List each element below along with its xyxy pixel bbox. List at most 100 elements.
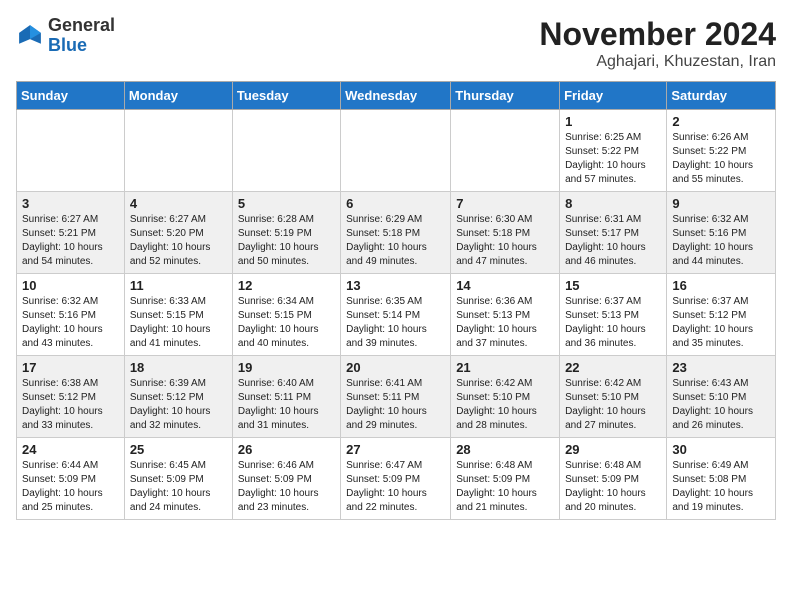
calendar-cell: 1Sunrise: 6:25 AM Sunset: 5:22 PM Daylig…	[560, 110, 667, 192]
calendar-cell: 3 Sunrise: 6:27 AM Sunset: 5:21 PM Daylig…	[17, 192, 125, 274]
day-number: 11	[130, 278, 227, 293]
calendar-cell	[232, 110, 340, 192]
day-number: 26	[238, 442, 335, 457]
day-info: Sunrise: 6:49 AM Sunset: 5:08 PM Dayligh…	[672, 459, 770, 515]
day-number: 12	[238, 278, 335, 293]
day-info: Sunrise: 6:39 AM Sunset: 5:12 PM Dayligh…	[130, 377, 227, 433]
calendar-cell: 7 Sunrise: 6:30 AM Sunset: 5:18 PM Daylig…	[451, 192, 560, 274]
logo-icon	[16, 22, 44, 50]
calendar-cell	[17, 110, 125, 192]
day-number: 7	[456, 196, 554, 211]
calendar-header-friday: Friday	[560, 82, 667, 110]
day-number: 29	[565, 442, 661, 457]
day-info: Sunrise: 6:32 AM Sunset: 5:16 PM Dayligh…	[22, 295, 119, 351]
day-number: 27	[346, 442, 445, 457]
day-info: Sunrise: 6:26 AM Sunset: 5:22 PM Dayligh…	[672, 131, 770, 187]
day-number: 24	[22, 442, 119, 457]
calendar-cell: 21 Sunrise: 6:42 AM Sunset: 5:10 PM Dayli…	[451, 356, 560, 438]
day-number: 8	[565, 196, 661, 211]
day-info: Sunrise: 6:29 AM Sunset: 5:18 PM Dayligh…	[346, 213, 445, 269]
calendar-week-row: 17Sunrise: 6:38 AM Sunset: 5:12 PM Dayli…	[17, 356, 776, 438]
calendar-cell: 18 Sunrise: 6:39 AM Sunset: 5:12 PM Dayli…	[124, 356, 232, 438]
day-number: 17	[22, 360, 119, 375]
day-info: Sunrise: 6:40 AM Sunset: 5:11 PM Dayligh…	[238, 377, 335, 433]
calendar-cell: 28Sunrise: 6:48 AM Sunset: 5:09 PM Dayli…	[451, 438, 560, 520]
calendar-cell: 27 Sunrise: 6:47 AM Sunset: 5:09 PM Dayli…	[341, 438, 451, 520]
calendar-cell	[341, 110, 451, 192]
calendar-header-row: SundayMondayTuesdayWednesdayThursdayFrid…	[17, 82, 776, 110]
day-number: 18	[130, 360, 227, 375]
day-number: 1	[565, 114, 661, 129]
day-info: Sunrise: 6:44 AM Sunset: 5:09 PM Dayligh…	[22, 459, 119, 515]
day-info: Sunrise: 6:41 AM Sunset: 5:11 PM Dayligh…	[346, 377, 445, 433]
calendar-table: SundayMondayTuesdayWednesdayThursdayFrid…	[16, 81, 776, 520]
title-block: November 2024 Aghajari, Khuzestan, Iran	[539, 16, 776, 71]
calendar-cell: 23 Sunrise: 6:43 AM Sunset: 5:10 PM Dayli…	[667, 356, 776, 438]
day-number: 6	[346, 196, 445, 211]
day-number: 23	[672, 360, 770, 375]
calendar-cell: 9 Sunrise: 6:32 AM Sunset: 5:16 PM Daylig…	[667, 192, 776, 274]
day-number: 3	[22, 196, 119, 211]
day-info: Sunrise: 6:28 AM Sunset: 5:19 PM Dayligh…	[238, 213, 335, 269]
logo-text: General Blue	[48, 16, 115, 56]
day-info: Sunrise: 6:46 AM Sunset: 5:09 PM Dayligh…	[238, 459, 335, 515]
day-number: 9	[672, 196, 770, 211]
calendar-header-sunday: Sunday	[17, 82, 125, 110]
logo-blue: Blue	[48, 35, 87, 55]
day-info: Sunrise: 6:37 AM Sunset: 5:13 PM Dayligh…	[565, 295, 661, 351]
day-info: Sunrise: 6:27 AM Sunset: 5:21 PM Dayligh…	[22, 213, 119, 269]
day-number: 22	[565, 360, 661, 375]
day-info: Sunrise: 6:45 AM Sunset: 5:09 PM Dayligh…	[130, 459, 227, 515]
calendar-cell: 15 Sunrise: 6:37 AM Sunset: 5:13 PM Dayli…	[560, 274, 667, 356]
calendar-header-saturday: Saturday	[667, 82, 776, 110]
calendar-cell: 24 Sunrise: 6:44 AM Sunset: 5:09 PM Dayli…	[17, 438, 125, 520]
day-info: Sunrise: 6:33 AM Sunset: 5:15 PM Dayligh…	[130, 295, 227, 351]
day-number: 4	[130, 196, 227, 211]
calendar-cell: 10Sunrise: 6:32 AM Sunset: 5:16 PM Dayli…	[17, 274, 125, 356]
day-number: 14	[456, 278, 554, 293]
day-number: 30	[672, 442, 770, 457]
day-number: 13	[346, 278, 445, 293]
calendar-cell: 25Sunrise: 6:45 AM Sunset: 5:09 PM Dayli…	[124, 438, 232, 520]
day-number: 15	[565, 278, 661, 293]
day-number: 19	[238, 360, 335, 375]
day-number: 5	[238, 196, 335, 211]
day-number: 20	[346, 360, 445, 375]
day-info: Sunrise: 6:48 AM Sunset: 5:09 PM Dayligh…	[565, 459, 661, 515]
calendar-week-row: 1Sunrise: 6:25 AM Sunset: 5:22 PM Daylig…	[17, 110, 776, 192]
day-number: 16	[672, 278, 770, 293]
logo: General Blue	[16, 16, 115, 56]
calendar-week-row: 10Sunrise: 6:32 AM Sunset: 5:16 PM Dayli…	[17, 274, 776, 356]
calendar-cell: 22 Sunrise: 6:42 AM Sunset: 5:10 PM Dayli…	[560, 356, 667, 438]
day-info: Sunrise: 6:34 AM Sunset: 5:15 PM Dayligh…	[238, 295, 335, 351]
day-info: Sunrise: 6:32 AM Sunset: 5:16 PM Dayligh…	[672, 213, 770, 269]
page-subtitle: Aghajari, Khuzestan, Iran	[539, 53, 776, 71]
calendar-cell	[124, 110, 232, 192]
calendar-cell: 30 Sunrise: 6:49 AM Sunset: 5:08 PM Dayli…	[667, 438, 776, 520]
logo-general: General	[48, 15, 115, 35]
calendar-cell: 26 Sunrise: 6:46 AM Sunset: 5:09 PM Dayli…	[232, 438, 340, 520]
day-info: Sunrise: 6:27 AM Sunset: 5:20 PM Dayligh…	[130, 213, 227, 269]
calendar-cell: 29 Sunrise: 6:48 AM Sunset: 5:09 PM Dayli…	[560, 438, 667, 520]
day-info: Sunrise: 6:42 AM Sunset: 5:10 PM Dayligh…	[565, 377, 661, 433]
day-number: 28	[456, 442, 554, 457]
day-number: 21	[456, 360, 554, 375]
calendar-cell: 12 Sunrise: 6:34 AM Sunset: 5:15 PM Dayli…	[232, 274, 340, 356]
day-info: Sunrise: 6:31 AM Sunset: 5:17 PM Dayligh…	[565, 213, 661, 269]
calendar-cell: 16Sunrise: 6:37 AM Sunset: 5:12 PM Dayli…	[667, 274, 776, 356]
day-info: Sunrise: 6:43 AM Sunset: 5:10 PM Dayligh…	[672, 377, 770, 433]
day-info: Sunrise: 6:30 AM Sunset: 5:18 PM Dayligh…	[456, 213, 554, 269]
calendar-cell: 11 Sunrise: 6:33 AM Sunset: 5:15 PM Dayli…	[124, 274, 232, 356]
calendar-week-row: 3 Sunrise: 6:27 AM Sunset: 5:21 PM Daylig…	[17, 192, 776, 274]
calendar-header-monday: Monday	[124, 82, 232, 110]
calendar-cell	[451, 110, 560, 192]
calendar-cell: 4 Sunrise: 6:27 AM Sunset: 5:20 PM Daylig…	[124, 192, 232, 274]
calendar-cell: 20 Sunrise: 6:41 AM Sunset: 5:11 PM Dayli…	[341, 356, 451, 438]
day-number: 2	[672, 114, 770, 129]
calendar-header-thursday: Thursday	[451, 82, 560, 110]
calendar-cell: 13Sunrise: 6:35 AM Sunset: 5:14 PM Dayli…	[341, 274, 451, 356]
calendar-cell: 14Sunrise: 6:36 AM Sunset: 5:13 PM Dayli…	[451, 274, 560, 356]
day-info: Sunrise: 6:42 AM Sunset: 5:10 PM Dayligh…	[456, 377, 554, 433]
day-info: Sunrise: 6:47 AM Sunset: 5:09 PM Dayligh…	[346, 459, 445, 515]
page-header: General Blue November 2024 Aghajari, Khu…	[16, 16, 776, 71]
